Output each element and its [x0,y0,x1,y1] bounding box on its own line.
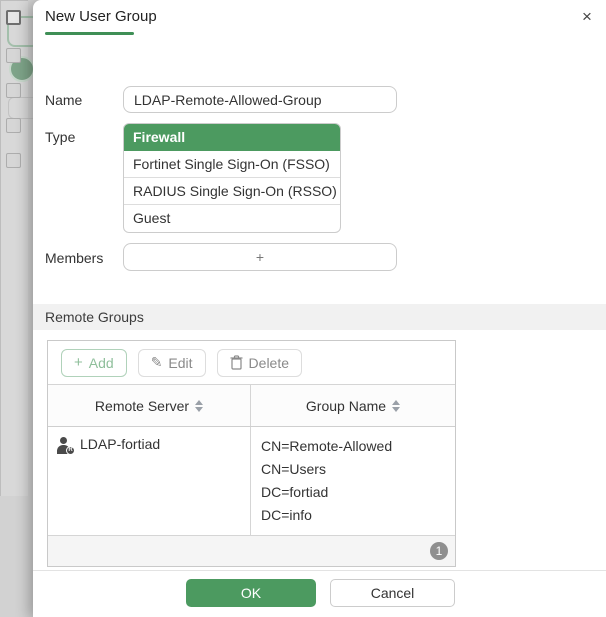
plus-icon: + [74,354,83,371]
remote-server-cell: R LDAP-fortiad [48,427,251,535]
type-option-firewall[interactable]: Firewall [124,124,340,151]
remote-server-name: LDAP-fortiad [80,436,161,452]
background-checkbox [6,48,21,63]
background-checkbox [6,118,21,133]
column-header-group-name[interactable]: Group Name [251,385,455,426]
trash-icon [230,355,243,370]
column-header-remote-server[interactable]: Remote Server [48,385,251,426]
members-add-field[interactable]: + [123,243,397,271]
type-option-fsso[interactable]: Fortinet Single Sign-On (FSSO) [124,151,340,178]
group-dn-line: CN=Remote-Allowed [261,438,393,454]
add-button[interactable]: + Add [61,348,127,377]
add-button-label: Add [88,354,114,371]
close-icon[interactable]: × [576,6,598,28]
table-pagination-bar: 1 [48,535,455,566]
pencil-icon: ✎ [150,354,163,370]
type-label: Type [45,129,76,145]
column-label: Group Name [305,397,387,414]
column-label: Remote Server [94,397,190,414]
remote-groups-section-header: Remote Groups [33,304,606,330]
delete-button-label: Delete [248,354,290,371]
sort-icon [195,399,204,412]
type-option-list: Firewall Fortinet Single Sign-On (FSSO) … [123,123,341,233]
name-input[interactable] [123,86,397,113]
members-label: Members [45,250,104,266]
table-row[interactable]: R LDAP-fortiad CN=Remote-Allowed CN=User… [48,427,455,535]
group-name-cell: CN=Remote-Allowed CN=Users DC=fortiad DC… [251,427,455,535]
group-dn-line: CN=Users [261,461,326,477]
edit-button[interactable]: ✎ Edit [137,348,206,377]
remote-groups-toolbar: + Add ✎ Edit Delete [48,341,455,385]
group-dn-line: DC=fortiad [261,484,329,500]
background-checkbox [6,153,21,168]
type-option-rsso[interactable]: RADIUS Single Sign-On (RSSO) [124,178,340,205]
dialog-title: New User Group [45,8,157,25]
new-user-group-dialog: New User Group × Name Type Firewall Fort… [33,0,606,617]
remote-user-r-icon: R [56,437,75,455]
delete-button[interactable]: Delete [216,348,303,377]
dialog-footer: OK Cancel [33,570,606,617]
type-option-guest[interactable]: Guest [124,205,340,232]
background-checkbox [6,10,21,25]
ok-button[interactable]: OK [186,579,316,607]
sort-icon [392,399,401,412]
plus-icon: + [255,249,265,265]
name-label: Name [45,92,83,108]
title-underline [45,32,134,35]
edit-button-label: Edit [168,354,193,371]
table-header-row: Remote Server Group Name [48,385,455,427]
remote-groups-table: + Add ✎ Edit Delete Remote Server Group … [47,340,456,567]
background-checkbox [6,83,21,98]
cancel-button[interactable]: Cancel [330,579,455,607]
group-dn-line: DC=info [261,507,312,523]
page-number-badge[interactable]: 1 [430,542,448,560]
